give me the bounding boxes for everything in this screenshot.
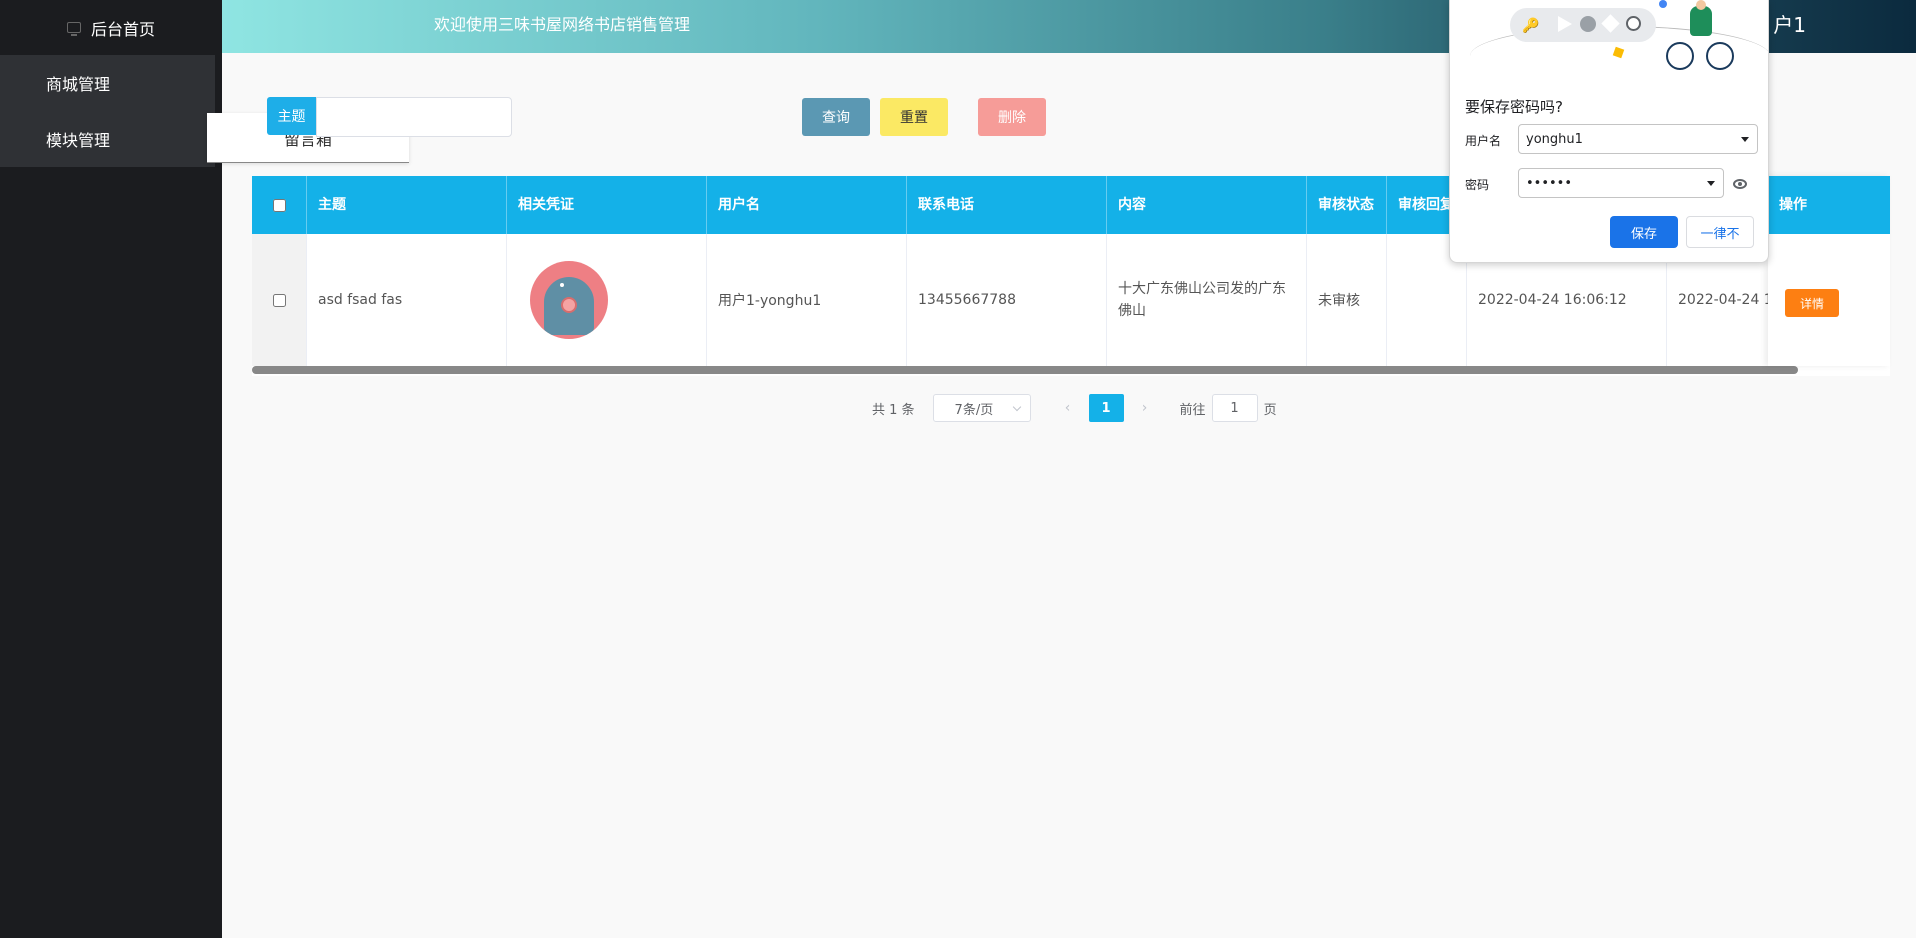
- username-select[interactable]: yonghu1: [1518, 124, 1758, 154]
- cell-subject: asd fsad fas: [307, 234, 507, 366]
- next-page-icon[interactable]: ›: [1130, 394, 1160, 422]
- column-header[interactable]: 联系电话: [907, 176, 1107, 234]
- column-header[interactable]: 主题: [307, 176, 507, 234]
- username-label: 用户名: [1465, 134, 1502, 148]
- reset-button[interactable]: 重置: [880, 98, 948, 136]
- password-label: 密码: [1465, 178, 1490, 192]
- search-input[interactable]: [316, 97, 512, 137]
- column-header[interactable]: 相关凭证: [507, 176, 707, 234]
- cell-phone: 13455667788: [907, 234, 1107, 366]
- page-unit-label: 页: [1263, 402, 1277, 418]
- row-check-cell: [252, 234, 307, 366]
- page-size-select[interactable]: 7条/页: [932, 394, 1031, 422]
- ring-icon: [1626, 16, 1641, 31]
- sidebar: 后台首页 商城管理 模块管理: [0, 0, 222, 938]
- sidebar-item-module[interactable]: 模块管理: [0, 111, 215, 167]
- detail-button[interactable]: 详情: [1785, 289, 1839, 317]
- voucher-figure-flower: [561, 297, 577, 313]
- password-value: ••••••: [1526, 175, 1573, 191]
- cell-status: 未审核: [1307, 234, 1387, 366]
- rider: [1690, 6, 1712, 36]
- select-all-checkbox[interactable]: [272, 198, 286, 212]
- goto-label: 前往: [1179, 402, 1206, 418]
- horizontal-scrollbar[interactable]: [252, 366, 1798, 374]
- show-password-eye-icon[interactable]: [1733, 179, 1747, 189]
- save-password-question: 要保存密码吗?: [1465, 98, 1563, 116]
- pagination-total: 共 1 条: [872, 402, 915, 418]
- cell-content: 十大广东佛山公司发的广东佛山: [1107, 234, 1307, 366]
- save-password-button[interactable]: 保存: [1610, 216, 1678, 248]
- cell-username: 用户1-yonghu1: [707, 234, 907, 366]
- sidebar-menu: 商城管理 模块管理: [0, 55, 215, 167]
- sidebar-home[interactable]: 后台首页: [0, 0, 222, 55]
- sidebar-item-mall[interactable]: 商城管理: [0, 55, 215, 111]
- search-label: 主题: [267, 97, 316, 135]
- voucher-figure-eye: [560, 283, 564, 287]
- delete-button[interactable]: 删除: [978, 98, 1046, 136]
- prev-page-icon[interactable]: ‹: [1053, 394, 1083, 422]
- save-password-popup: 🔑 要保存密码吗? 用户名 yonghu1 密码 •••••• 保存 一律不: [1449, 0, 1769, 263]
- bike-wheel: [1706, 42, 1734, 70]
- column-header-action: 操作: [1768, 176, 1890, 234]
- password-select[interactable]: ••••••: [1518, 168, 1724, 198]
- play-icon: [1558, 16, 1572, 32]
- monitor-icon: [66, 22, 81, 36]
- row-checkbox[interactable]: [272, 293, 286, 307]
- page-number-current[interactable]: 1: [1088, 394, 1124, 422]
- bike-wheel: [1666, 42, 1694, 70]
- goto-page-input[interactable]: [1211, 394, 1258, 422]
- rider-head: [1696, 0, 1706, 10]
- circle-icon: [1580, 16, 1596, 32]
- select-all-cell: [252, 176, 307, 234]
- voucher-image[interactable]: [530, 261, 608, 339]
- dropdown-arrow-icon: [1741, 137, 1749, 142]
- password-illustration: 🔑: [1450, 0, 1768, 82]
- cyclist-icon: [1662, 0, 1742, 74]
- header-title: 欢迎使用三味书屋网络书店销售管理: [434, 15, 691, 34]
- sidebar-home-label: 后台首页: [90, 19, 155, 39]
- column-header[interactable]: 内容: [1107, 176, 1307, 234]
- username-value: yonghu1: [1526, 131, 1583, 147]
- never-save-button[interactable]: 一律不: [1686, 216, 1754, 248]
- key-icon: 🔑: [1522, 18, 1540, 34]
- query-button[interactable]: 查询: [802, 98, 870, 136]
- dropdown-arrow-icon: [1707, 181, 1715, 186]
- column-header[interactable]: 用户名: [707, 176, 907, 234]
- sidebar-item-label: 模块管理: [46, 131, 111, 150]
- sidebar-item-label: 商城管理: [46, 75, 111, 94]
- column-header[interactable]: 审核状态: [1307, 176, 1387, 234]
- cell-voucher: [507, 234, 707, 366]
- header-user[interactable]: 户1: [1773, 0, 1806, 50]
- pagination: 共 1 条 7条/页 ‹ 1 › 前往 页: [872, 394, 1277, 422]
- action-column: 操作: [1768, 176, 1890, 366]
- page-size-value: 7条/页: [954, 402, 994, 418]
